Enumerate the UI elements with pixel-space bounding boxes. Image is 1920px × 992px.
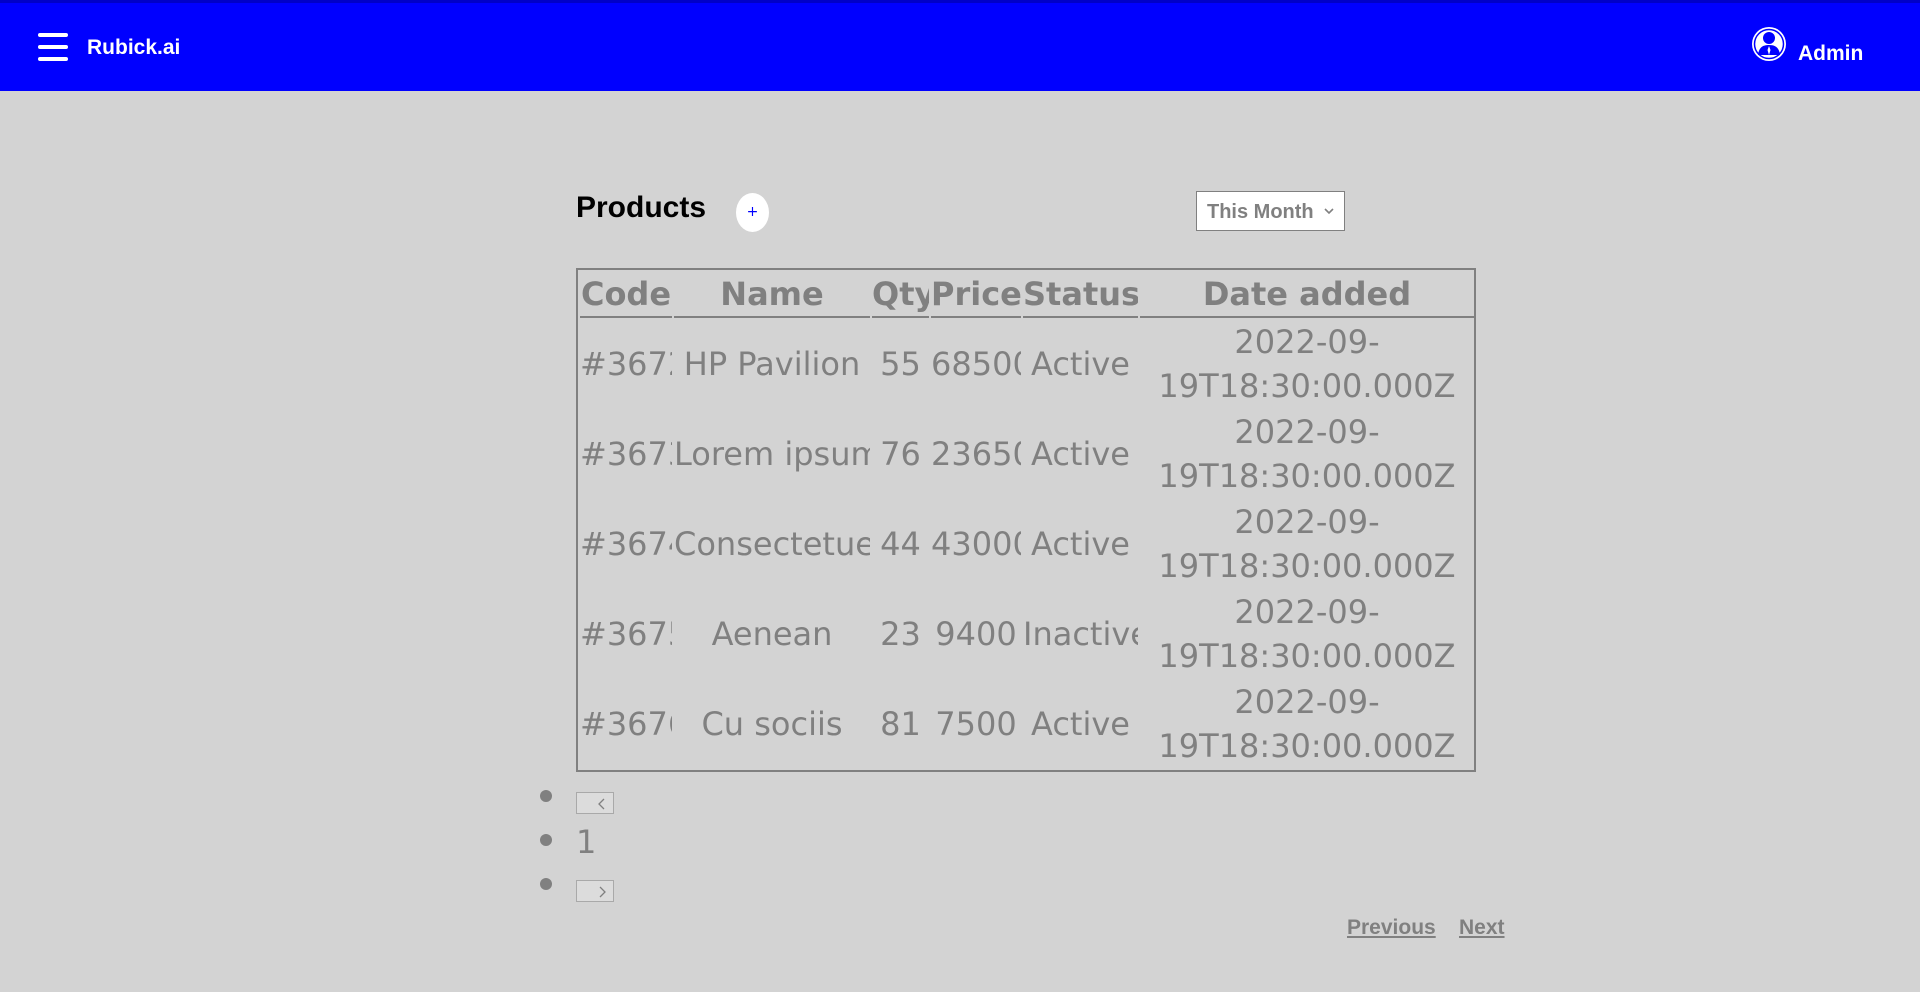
- cell-code: #3673: [580, 435, 672, 473]
- previous-link[interactable]: Previous: [1347, 916, 1436, 940]
- cell-qty: 23: [880, 615, 921, 653]
- column-header-name[interactable]: Name: [674, 272, 870, 318]
- table-row[interactable]: #3674 Consectetuer 44 43000 Active 2022-…: [580, 500, 1474, 588]
- cell-code: #3672: [580, 345, 672, 383]
- cell-name: Cu sociis: [701, 705, 843, 743]
- list-bullet: [540, 878, 552, 890]
- cell-name: Lorem ipsum: [674, 435, 870, 473]
- column-header-qty[interactable]: Qty: [872, 272, 929, 318]
- products-table: Code Name Qty Price Status Date added #3…: [578, 270, 1474, 770]
- current-page-number[interactable]: 1: [576, 822, 596, 862]
- cell-price: 23650: [931, 435, 1021, 473]
- cell-status: Active: [1031, 525, 1130, 563]
- page-title: Products: [576, 191, 707, 224]
- list-bullet: [540, 834, 552, 846]
- cell-status: Active: [1031, 345, 1130, 383]
- user-avatar-icon: [1752, 27, 1786, 61]
- products-table-container: Code Name Qty Price Status Date added #3…: [576, 268, 1476, 772]
- user-name-label: Admin: [1798, 42, 1864, 65]
- next-page-button[interactable]: [576, 880, 614, 902]
- cell-date-added: 2022-09-19T18:30:00.000Z: [1158, 503, 1456, 585]
- cell-status: Inactive: [1023, 615, 1138, 653]
- previous-page-button[interactable]: [576, 792, 614, 814]
- table-row[interactable]: #3675 Aenean 23 9400 Inactive 2022-09-19…: [580, 590, 1474, 678]
- table-header-row: Code Name Qty Price Status Date added: [580, 272, 1474, 318]
- cell-code: #3674: [580, 525, 672, 563]
- chevron-left-icon: [598, 798, 605, 810]
- chevron-right-icon: [599, 886, 606, 898]
- cell-price: 43000: [931, 525, 1021, 563]
- table-row[interactable]: #3676 Cu sociis 81 7500 Active 2022-09-1…: [580, 680, 1474, 768]
- column-header-code[interactable]: Code: [580, 272, 672, 318]
- cell-date-added: 2022-09-19T18:30:00.000Z: [1158, 683, 1456, 765]
- cell-price: 7500: [935, 705, 1017, 743]
- column-header-date-added[interactable]: Date added: [1140, 272, 1474, 318]
- cell-date-added: 2022-09-19T18:30:00.000Z: [1158, 593, 1456, 675]
- list-bullet: [540, 790, 552, 802]
- table-row[interactable]: #3672 HP Pavilion 55 68500 Active 2022-0…: [580, 320, 1474, 408]
- period-filter-value: This Month: [1207, 201, 1314, 223]
- cell-price: 9400: [935, 615, 1017, 653]
- cell-qty: 81: [880, 705, 921, 743]
- add-product-button[interactable]: +: [736, 193, 769, 232]
- cell-date-added: 2022-09-19T18:30:00.000Z: [1158, 413, 1456, 495]
- top-navbar: Rubick.ai Admin: [0, 3, 1920, 91]
- cell-status: Active: [1031, 435, 1130, 473]
- cell-name: HP Pavilion: [683, 345, 861, 383]
- cell-code: #3676: [580, 705, 672, 743]
- column-header-price[interactable]: Price: [931, 272, 1021, 318]
- column-header-status[interactable]: Status: [1023, 272, 1138, 318]
- next-link[interactable]: Next: [1459, 916, 1505, 940]
- cell-qty: 55: [880, 345, 921, 383]
- chevron-down-icon: [1324, 208, 1334, 215]
- cell-name: Aenean: [711, 615, 833, 653]
- cell-code: #3675: [580, 615, 672, 653]
- period-filter-select[interactable]: This Month: [1196, 191, 1345, 231]
- cell-date-added: 2022-09-19T18:30:00.000Z: [1158, 323, 1456, 405]
- cell-name: Consectetuer: [674, 525, 870, 563]
- cell-qty: 76: [880, 435, 921, 473]
- cell-qty: 44: [880, 525, 921, 563]
- hamburger-menu-icon[interactable]: [38, 33, 68, 61]
- brand-name: Rubick.ai: [87, 36, 181, 59]
- table-row[interactable]: #3673 Lorem ipsum 76 23650 Active 2022-0…: [580, 410, 1474, 498]
- cell-price: 68500: [931, 345, 1021, 383]
- cell-status: Active: [1031, 705, 1130, 743]
